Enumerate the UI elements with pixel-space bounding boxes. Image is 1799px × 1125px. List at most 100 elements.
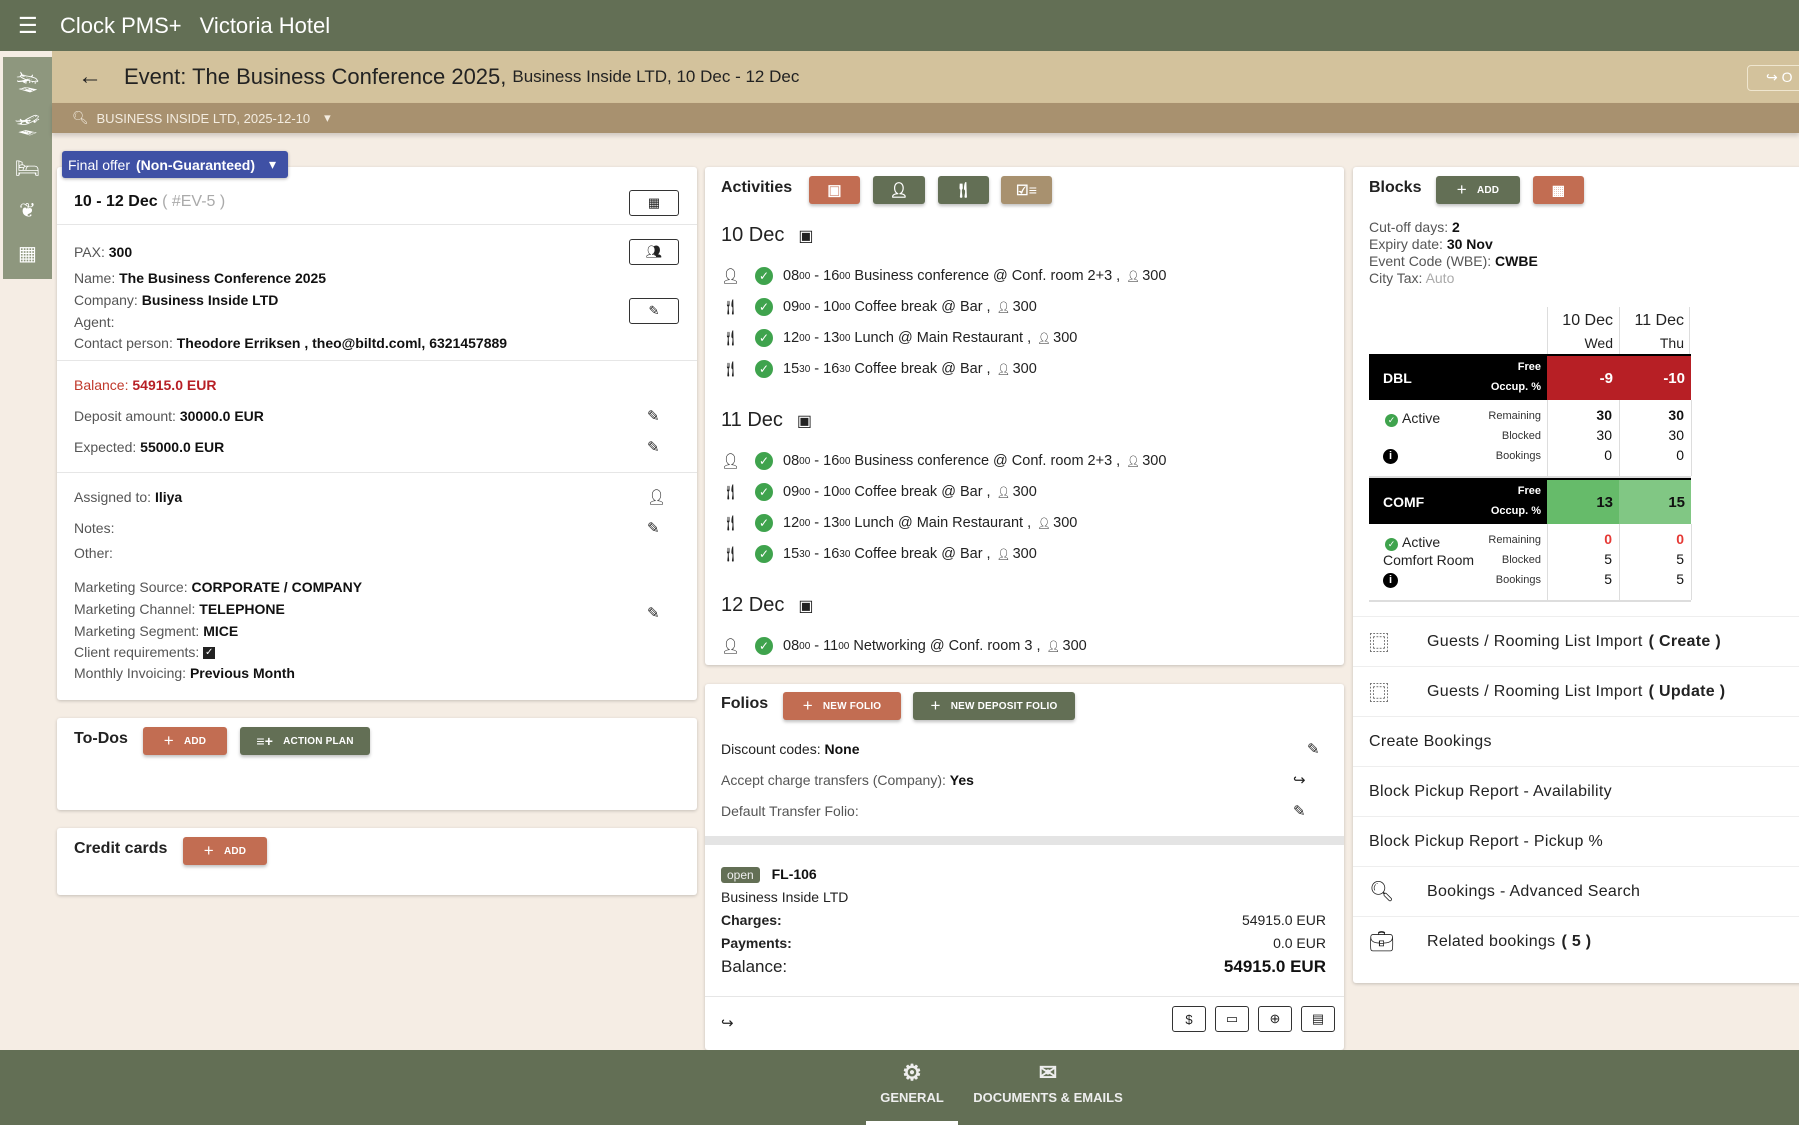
menu-icon[interactable]: ☰ [18, 13, 48, 39]
activity-row[interactable]: 🍴︎ ✓ 09 00 - 10 00 Coffee break @ Bar , 👤︎ 300 [721, 483, 1037, 501]
action-guests-rooming-list-import[interactable]: ⿴ Guests / Rooming List Import ( Create ) [1353, 616, 1799, 666]
credit-card-icon: ▭ [1225, 1011, 1239, 1026]
payments-label: Payments: [721, 935, 792, 951]
remaining-cell: 30 [1668, 407, 1684, 423]
guests-button[interactable]: 👥︎ [629, 239, 679, 265]
free-rooms-cell: -10 [1619, 354, 1691, 400]
edit-marketing-icon[interactable]: ✎ [647, 604, 660, 622]
add-credit-card-button[interactable]: + ADD [183, 837, 267, 865]
end-min: 00 [838, 640, 850, 652]
activity-row[interactable]: 🍴︎ ✓ 09 00 - 10 00 Coffee break @ Bar , 👤︎ 300 [721, 298, 1037, 316]
action-label: Block Pickup Report - Availability [1369, 782, 1612, 800]
calendar-button[interactable]: ▦ [629, 190, 679, 216]
calendar-icon[interactable]: ▣ [798, 228, 813, 245]
add-activity-calendar-button[interactable]: ▣ [809, 176, 860, 204]
pencil-icon: ✎ [648, 303, 660, 318]
monthly-invoicing-label: Monthly Invoicing: [74, 665, 187, 681]
edit-expected-icon[interactable]: ✎ [647, 438, 660, 456]
client-requirements-checkbox[interactable]: ✓ [203, 647, 216, 660]
action-related-bookings[interactable]: 💼︎ Related bookings ( 5 ) [1353, 916, 1799, 966]
remaining-cell: 0 [1604, 531, 1612, 547]
activity-row[interactable]: 🍴︎ ✓ 15 30 - 16 30 Coffee break @ Bar , 👤︎ 300 [721, 360, 1037, 378]
restaurant-icon: 🍴︎ [953, 182, 974, 199]
activity-row[interactable]: 👤︎ ✓ 08 00 - 16 00 Business conference @ Conf… [721, 267, 1166, 285]
checklist-button[interactable]: ☑≡ [1001, 176, 1052, 204]
calendar-icon[interactable]: ▦ [18, 236, 37, 279]
activities-title: Activities [721, 179, 793, 196]
calendar-icon[interactable]: ▣ [797, 413, 812, 430]
edit-notes-icon[interactable]: ✎ [647, 519, 660, 537]
transfer-icon[interactable]: ↪ [721, 1014, 734, 1032]
edit-transfer-folio-icon[interactable]: ✎ [1293, 802, 1306, 820]
discount-value: None [824, 741, 860, 757]
chevron-down-icon[interactable]: ▾ [324, 110, 331, 126]
person-icon: 👤︎ [996, 363, 1011, 376]
room-type-header[interactable]: DBL Free Occup. % [1369, 354, 1547, 400]
start-hour: 08 [783, 638, 800, 654]
back-arrow-icon[interactable]: ← [78, 63, 102, 91]
add-item-button[interactable]: ⊕ [1258, 1006, 1292, 1032]
start-min: 30 [799, 548, 811, 560]
activity-pax: 300 [1062, 638, 1087, 654]
arrivals-icon[interactable]: 🛬︎ [15, 65, 40, 108]
activity-row[interactable]: 👤︎ ✓ 08 00 - 11 00 Networking @ Conf. room 3 … [721, 637, 1087, 655]
free-label: Free [1517, 361, 1541, 373]
todos-title: To-Dos [74, 730, 128, 747]
charge-button[interactable]: $ [1172, 1006, 1206, 1032]
room-type-header[interactable]: COMF Free Occup. % [1369, 478, 1547, 524]
tab-general[interactable]: ⚙ GENERAL [866, 1060, 958, 1125]
expiry-label: Expiry date: [1369, 236, 1443, 252]
action-label: Bookings - Advanced Search [1427, 882, 1641, 900]
share-button[interactable]: ↪ O [1747, 65, 1799, 91]
activity-text: Business conference @ Conf. room 2+3 , [854, 268, 1121, 284]
action-create-bookings[interactable]: Create Bookings [1353, 716, 1799, 766]
payment-card-button[interactable]: ▭ [1215, 1006, 1249, 1032]
add-conference-button[interactable]: 👤︎ [873, 176, 925, 204]
assigned-value: Iliya [154, 489, 183, 505]
action-block-pickup-report-availability[interactable]: Block Pickup Report - Availability [1353, 766, 1799, 816]
search-bar[interactable]: 🔍︎ BUSINESS INSIDE LTD, 2025-12-10 ▾ [52, 103, 1799, 133]
departures-icon[interactable]: 🛫︎ [15, 108, 40, 151]
action-block-pickup-report-pickup[interactable]: Block Pickup Report - Pickup % [1353, 816, 1799, 866]
action-guests-rooming-list-import[interactable]: ⿴ Guests / Rooming List Import ( Update ) [1353, 666, 1799, 716]
add-todo-button[interactable]: + ADD [143, 727, 227, 755]
action-label-bold: ( 5 ) [1561, 932, 1592, 950]
check-circle-icon: ✓ [755, 514, 773, 532]
transfer-icon[interactable]: ↪ [1293, 771, 1306, 789]
charges-value: 54915.0 EUR [1241, 912, 1326, 928]
time-separator: - [810, 268, 824, 284]
activity-row[interactable]: 🍴︎ ✓ 12 00 - 13 00 Lunch @ Main Restaurant , 👤… [721, 329, 1077, 347]
action-plan-button[interactable]: ≡+ ACTION PLAN [240, 727, 370, 755]
contact-icon: 👤︎ [721, 638, 741, 655]
calendar-icon[interactable]: ▣ [798, 598, 813, 615]
tab-documents-emails[interactable]: ✉ DOCUMENTS & EMAILS [968, 1060, 1128, 1105]
invoice-button[interactable]: ▤ [1301, 1006, 1335, 1032]
activity-row[interactable]: 🍴︎ ✓ 12 00 - 13 00 Lunch @ Main Restaurant , 👤… [721, 514, 1077, 532]
action-bookings-advanced-search[interactable]: 🔍︎ Bookings - Advanced Search [1353, 866, 1799, 916]
new-folio-button[interactable]: + NEW FOLIO [783, 692, 901, 720]
status-dropdown[interactable]: Final offer (Non-Guaranteed) ▾ [62, 151, 289, 178]
row-divider [1369, 600, 1691, 602]
blocks-calendar-button[interactable]: ▦ [1533, 176, 1584, 204]
room-code: DBL [1383, 370, 1412, 386]
end-min: 00 [839, 301, 851, 313]
end-min: 00 [839, 270, 851, 282]
add-block-button[interactable]: + ADD [1436, 176, 1520, 204]
leaf-icon[interactable]: ❦ [19, 193, 36, 236]
bed-icon[interactable]: 🛏︎ [15, 151, 40, 194]
new-deposit-folio-button[interactable]: + NEW DEPOSIT FOLIO [913, 692, 1075, 720]
person-icon[interactable]: 👤︎ [647, 488, 666, 506]
day-heading: 10 Dec ▣ [721, 224, 814, 247]
end-min: 00 [839, 455, 851, 467]
discount-label: Discount codes: [721, 741, 821, 757]
edit-discount-icon[interactable]: ✎ [1307, 740, 1320, 758]
blocked-cell: 30 [1668, 427, 1684, 443]
activity-row[interactable]: 🍴︎ ✓ 15 30 - 16 30 Coffee break @ Bar , 👤︎ 300 [721, 545, 1037, 563]
folio-number: FL-106 [771, 866, 817, 882]
add-food-button[interactable]: 🍴︎ [938, 176, 989, 204]
activity-row[interactable]: 👤︎ ✓ 08 00 - 16 00 Business conference @ Conf… [721, 452, 1166, 470]
edit-deposit-icon[interactable]: ✎ [647, 407, 660, 425]
edit-details-button[interactable]: ✎ [629, 298, 679, 324]
marketing-segment-label: Marketing Segment: [74, 623, 200, 639]
start-hour: 09 [783, 299, 800, 315]
